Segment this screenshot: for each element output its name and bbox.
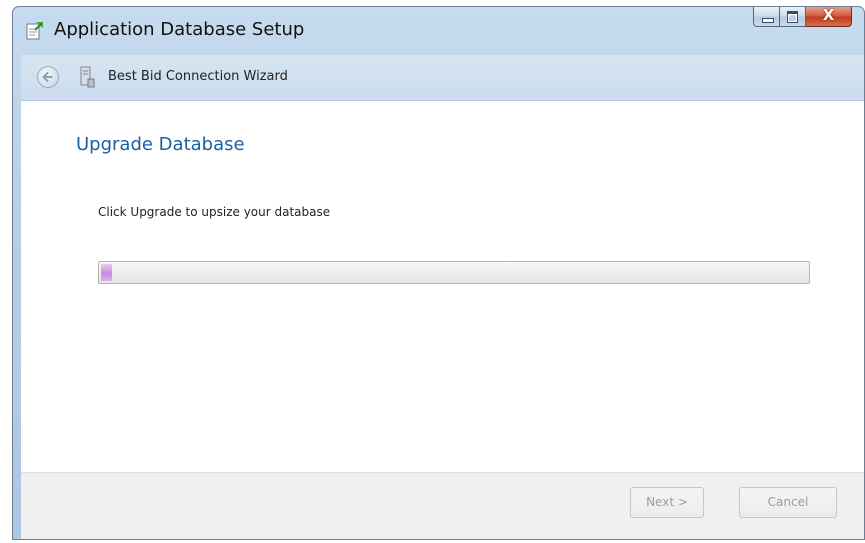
- database-server-icon: [79, 66, 95, 88]
- minimize-icon: [762, 18, 774, 23]
- next-button[interactable]: Next >: [630, 487, 704, 518]
- wizard-footer: Next > Cancel: [21, 472, 864, 539]
- window-title: Application Database Setup: [54, 19, 305, 40]
- setup-document-icon: [25, 21, 44, 40]
- page-title: Upgrade Database: [76, 134, 245, 155]
- upgrade-progress-bar: [98, 261, 810, 284]
- cancel-button[interactable]: Cancel: [739, 487, 837, 518]
- title-bar[interactable]: Application Database Setup X: [13, 7, 864, 55]
- wizard-title: Best Bid Connection Wizard: [108, 69, 288, 84]
- back-arrow-icon: [42, 71, 53, 83]
- minimize-button[interactable]: [753, 7, 780, 27]
- caption-buttons: X: [753, 7, 852, 27]
- wizard-nav-bar: Best Bid Connection Wizard: [21, 55, 864, 100]
- maximize-button[interactable]: [780, 7, 806, 27]
- setup-window: Application Database Setup X Best Bid Co…: [12, 6, 865, 540]
- wizard-content: Upgrade Database Click Upgrade to upsize…: [21, 100, 864, 473]
- progress-fill: [101, 264, 112, 281]
- maximize-icon: [787, 11, 798, 23]
- close-icon: X: [822, 6, 835, 24]
- back-button[interactable]: [37, 66, 59, 88]
- close-button[interactable]: X: [806, 7, 852, 27]
- instruction-text: Click Upgrade to upsize your database: [98, 205, 331, 219]
